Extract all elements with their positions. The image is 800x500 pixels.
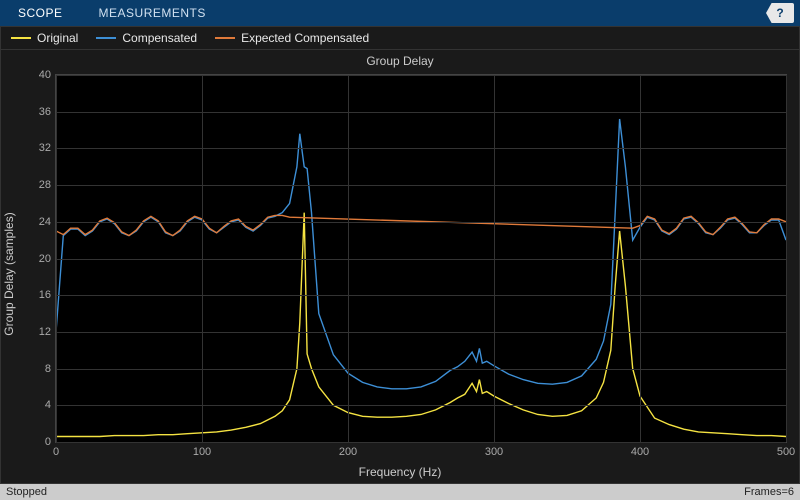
status-right: Frames=6 xyxy=(744,486,794,498)
legend-item-compensated: Compensated xyxy=(96,31,197,45)
legend-label: Compensated xyxy=(122,31,197,45)
y-tick: 0 xyxy=(45,436,56,448)
y-axis-label: Group Delay (samples) xyxy=(2,212,16,335)
y-tick: 24 xyxy=(39,216,56,228)
y-tick: 28 xyxy=(39,179,56,191)
y-tick: 8 xyxy=(45,363,56,375)
chart-title: Group Delay xyxy=(1,54,799,68)
y-tick: 36 xyxy=(39,106,56,118)
x-axis-label: Frequency (Hz) xyxy=(1,465,799,479)
top-toolbar: SCOPE MEASUREMENTS ? xyxy=(0,0,800,26)
y-tick: 32 xyxy=(39,142,56,154)
x-tick: 200 xyxy=(339,442,357,458)
chart-area: Group Delay Group Delay (samples) Freque… xyxy=(0,50,800,484)
y-tick: 40 xyxy=(39,69,56,81)
status-bar: Stopped Frames=6 xyxy=(0,484,800,500)
series-original xyxy=(56,213,786,437)
plot-canvas[interactable]: 01002003004005000481216202428323640 xyxy=(55,74,787,443)
tab-scope[interactable]: SCOPE xyxy=(0,0,81,26)
x-tick: 400 xyxy=(631,442,649,458)
y-tick: 16 xyxy=(39,289,56,301)
legend: Original Compensated Expected Compensate… xyxy=(0,26,800,50)
legend-label: Original xyxy=(37,31,78,45)
y-tick: 4 xyxy=(45,399,56,411)
help-button[interactable]: ? xyxy=(766,3,794,23)
legend-label: Expected Compensated xyxy=(241,31,369,45)
legend-item-expected: Expected Compensated xyxy=(215,31,369,45)
x-tick: 300 xyxy=(485,442,503,458)
swatch-expected xyxy=(215,37,235,39)
swatch-original xyxy=(11,37,31,39)
status-left: Stopped xyxy=(6,486,47,498)
y-tick: 12 xyxy=(39,326,56,338)
x-tick: 500 xyxy=(777,442,795,458)
swatch-compensated xyxy=(96,37,116,39)
series-expected-compensated xyxy=(56,215,786,235)
x-tick: 100 xyxy=(193,442,211,458)
tab-measurements[interactable]: MEASUREMENTS xyxy=(81,0,224,26)
series-compensated xyxy=(56,119,786,389)
y-tick: 20 xyxy=(39,253,56,265)
legend-item-original: Original xyxy=(11,31,78,45)
